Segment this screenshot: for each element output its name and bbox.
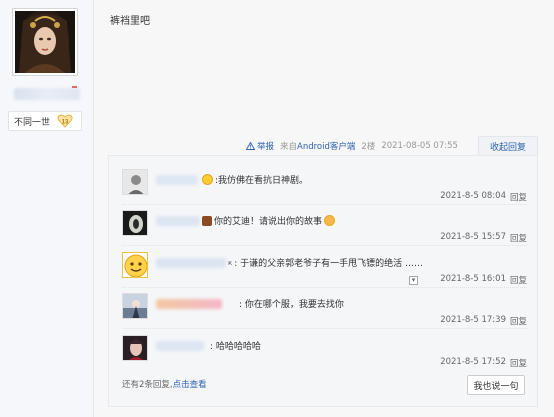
reply-item: : 你在哪个服，我要去找你 2021-8-5 17:39 回复 — [122, 293, 527, 329]
reply-username-redacted[interactable] — [156, 216, 200, 226]
reply-button[interactable]: 回复 — [510, 232, 527, 244]
reply-username-redacted[interactable] — [156, 341, 204, 351]
reply-time: 2021-8-5 08:04 — [440, 191, 506, 201]
reply-text: :我仿佛在看抗日神剧。 — [215, 176, 309, 186]
reply-username-redacted[interactable] — [156, 175, 198, 185]
level-heart-icon: 13 — [57, 114, 73, 128]
post-datetime: 2021-08-05 07:55 — [381, 141, 458, 151]
reply-item: ҝ : 于谦的父亲郭老爷子有一手甩飞镖的绝活 …… ▾ 2021-8-5 16:… — [122, 252, 527, 288]
reply-meta: 2021-8-5 15:57 回复 — [440, 232, 527, 244]
reply-item: 你的艾迪！请说出你的故事 2021-8-5 15:57 回复 — [122, 210, 527, 246]
view-more-link[interactable]: 点击查看 — [173, 380, 207, 390]
me-too-reply-button[interactable]: 我也说一句 — [467, 375, 525, 395]
reply-text-row: : 哈哈哈哈哈 — [210, 339, 261, 352]
sweat-smile-emoji-icon — [202, 174, 213, 185]
reply-username-redacted[interactable] — [156, 299, 222, 309]
reply-text: 你的艾迪！请说出你的故事 — [214, 217, 323, 227]
reply-panel: :我仿佛在看抗日神剧。 2021-8-5 08:04 回复 你的艾迪！请说出你的… — [108, 155, 538, 407]
expand-arrow-icon[interactable]: ▾ — [409, 276, 418, 285]
reply-avatar-image-icon — [123, 170, 147, 194]
post-tail-bar: 举报 来自Android客户端 2楼 2021-08-05 07:55 — [246, 139, 458, 153]
reply-button[interactable]: 回复 — [510, 191, 527, 203]
post-page: 不同一世 13 裤裆里吧 举报 来自Android客户端 2楼 2021-08-… — [0, 0, 554, 417]
reply-time: 2021-8-5 15:57 — [440, 232, 506, 242]
reply-avatar-image-icon — [123, 211, 147, 235]
reply-meta: 2021-8-5 17:39 回复 — [440, 315, 527, 327]
author-avatar[interactable] — [12, 8, 78, 76]
client-info: 来自Android客户端 — [280, 140, 355, 152]
report-label: 举报 — [257, 142, 275, 152]
reply-time: 2021-8-5 17:52 — [440, 357, 506, 367]
reply-text: : 于谦的父亲郭老爷子有一手甩飞镖的绝活 …… — [234, 259, 423, 269]
client-link[interactable]: Android客户端 — [297, 142, 355, 152]
username-marker — [72, 86, 77, 88]
reply-avatar-image-icon — [123, 253, 147, 277]
reply-button[interactable]: 回复 — [510, 274, 527, 286]
reply-avatar[interactable] — [122, 293, 148, 319]
reply-avatar-image-icon — [123, 336, 147, 360]
reply-button[interactable]: 回复 — [510, 315, 527, 327]
reply-meta: 2021-8-5 16:01 回复 — [440, 274, 527, 286]
reply-text-row: :我仿佛在看抗日神剧。 — [202, 173, 308, 186]
author-username-redacted[interactable] — [14, 88, 80, 100]
warning-icon — [246, 142, 255, 150]
figure-emoji-icon — [202, 215, 212, 226]
more-replies-text: 还有2条回复, — [122, 380, 173, 390]
reply-avatar[interactable] — [122, 169, 148, 195]
report-link[interactable]: 举报 — [246, 140, 274, 152]
reply-text-row: ҝ : 于谦的父亲郭老爷子有一手甩飞镖的绝活 …… — [228, 256, 423, 270]
post-content: 裤裆里吧 — [110, 16, 150, 27]
reply-text: : 哈哈哈哈哈 — [210, 342, 261, 352]
reply-button[interactable]: 回复 — [510, 357, 527, 369]
grin-emoji-icon — [324, 215, 336, 226]
client-prefix: 来自 — [280, 142, 298, 152]
avatar-portrait-icon — [15, 11, 75, 73]
level-badge[interactable]: 不同一世 13 — [8, 111, 82, 131]
floor-number: 2楼 — [361, 142, 376, 152]
reply-meta: 2021-8-5 08:04 回复 — [440, 191, 527, 203]
reply-username-redacted[interactable] — [156, 258, 226, 268]
reply-avatar[interactable] — [122, 252, 148, 278]
reply-time: 2021-8-5 17:39 — [440, 315, 506, 325]
reply-avatar-image-icon — [123, 294, 147, 318]
level-title: 不同一世 — [14, 117, 51, 128]
reply-text-row: 你的艾迪！请说出你的故事 — [202, 214, 336, 227]
badge-glyph-icon: ҝ — [228, 258, 233, 267]
reply-item: : 哈哈哈哈哈 2021-8-5 17:52 回复 — [122, 335, 527, 371]
reply-item: :我仿佛在看抗日神剧。 2021-8-5 08:04 回复 — [122, 169, 527, 205]
reply-avatar[interactable] — [122, 210, 148, 236]
author-sidebar: 不同一世 13 — [0, 0, 94, 417]
reply-text-row: : 你在哪个服，我要去找你 — [239, 297, 344, 310]
more-replies-row: 还有2条回复,点击查看 — [122, 378, 207, 390]
reply-time: 2021-8-5 16:01 — [440, 274, 506, 284]
collapse-replies-button[interactable]: 收起回复 — [478, 136, 538, 156]
reply-meta: 2021-8-5 17:52 回复 — [440, 357, 527, 369]
reply-text: : 你在哪个服，我要去找你 — [239, 300, 344, 310]
reply-avatar[interactable] — [122, 335, 148, 361]
level-number: 13 — [62, 119, 69, 125]
